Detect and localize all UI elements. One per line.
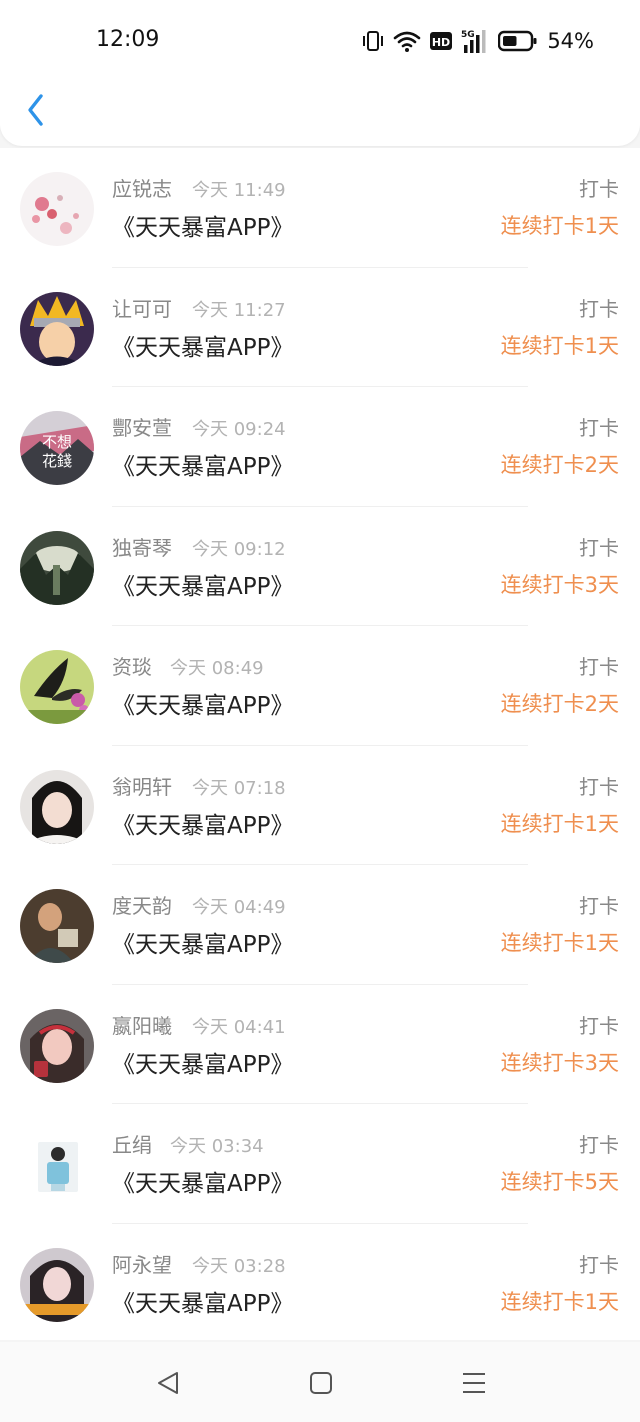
list-item[interactable]: 独寄琴 今天 09:12 《天天暴富APP》 打卡 连续打卡3天	[0, 507, 640, 626]
checkin-time: 今天 11:49	[192, 180, 286, 201]
streak-text: 连续打卡1天	[500, 214, 619, 238]
checkin-action: 打卡	[579, 774, 619, 799]
checkin-action: 打卡	[579, 416, 619, 440]
list-item[interactable]: 度天韵 今天 04:49 《天天暴富APP》 打卡 连续打卡1天	[0, 865, 640, 985]
app-name: 《天天暴富APP》	[112, 812, 294, 839]
vibrate-icon	[363, 31, 384, 51]
app-name: 《天天暴富APP》	[112, 454, 294, 480]
checkin-action: 打卡	[579, 1252, 619, 1277]
checkin-time: 今天 09:24	[192, 419, 286, 440]
nav-home-button[interactable]	[306, 1368, 336, 1398]
back-button[interactable]	[18, 88, 62, 132]
user-name: 度天韵	[112, 894, 172, 918]
user-name: 丘绢	[112, 1133, 152, 1157]
streak-text: 连续打卡3天	[500, 1050, 619, 1075]
avatar	[20, 530, 94, 605]
back-triangle-icon	[158, 1372, 178, 1394]
nav-back-button[interactable]	[153, 1368, 183, 1398]
user-name: 资琰	[112, 655, 152, 679]
app-header: 12:09 HD 5G 54%	[0, 0, 640, 146]
app-name: 《天天暴富APP》	[112, 693, 294, 719]
svg-text:HD: HD	[432, 36, 450, 49]
avatar	[20, 889, 94, 963]
app-name: 《天天暴富APP》	[112, 573, 294, 600]
streak-text: 连续打卡1天	[500, 1289, 619, 1314]
user-name: 让可可	[112, 296, 172, 321]
user-name: 酆安萱	[112, 416, 172, 440]
streak-text: 连续打卡2天	[500, 692, 619, 716]
chevron-left-icon	[28, 94, 43, 126]
checkin-action: 打卡	[579, 296, 619, 321]
home-square-icon	[310, 1372, 332, 1394]
streak-text: 连续打卡1天	[500, 333, 619, 358]
avatar	[38, 1142, 78, 1192]
checkin-time: 今天 08:49	[170, 658, 264, 679]
avatar: 不想 花錢	[20, 411, 94, 485]
checkin-list: 应锐志 今天 11:49 《天天暴富APP》 打卡 连续打卡1天 让可可 今天 …	[0, 148, 640, 1340]
streak-text: 连续打卡2天	[500, 453, 619, 477]
battery-percent: 54%	[547, 29, 594, 53]
avatar	[20, 1247, 94, 1322]
streak-text: 连续打卡1天	[500, 811, 619, 836]
app-name: 《天天暴富APP》	[112, 215, 294, 241]
user-name: 独寄琴	[112, 535, 172, 560]
checkin-time: 今天 03:28	[192, 1255, 286, 1277]
avatar-text-line-1: 不想	[42, 433, 72, 451]
signal-5g-icon: 5G	[461, 30, 486, 53]
app-name: 《天天暴富APP》	[112, 1290, 294, 1317]
checkin-action: 打卡	[579, 894, 619, 918]
battery-icon	[498, 30, 537, 52]
checkin-action: 打卡	[579, 1133, 619, 1157]
avatar	[20, 769, 94, 844]
checkin-action: 打卡	[579, 655, 619, 679]
checkin-time: 今天 11:27	[192, 299, 286, 321]
checkin-action: 打卡	[579, 1013, 619, 1038]
list-item[interactable]: 翁明轩 今天 07:18 《天天暴富APP》 打卡 连续打卡1天	[0, 746, 640, 865]
menu-lines-icon	[463, 1373, 485, 1393]
status-bar: 12:09 HD 5G 54%	[0, 0, 640, 80]
list-item[interactable]: 阿永望 今天 03:28 《天天暴富APP》 打卡 连续打卡1天	[0, 1224, 640, 1341]
list-item[interactable]: 资琰 今天 08:49 《天天暴富APP》 打卡 连续打卡2天	[0, 626, 640, 746]
user-name: 翁明轩	[112, 774, 172, 799]
app-name: 《天天暴富APP》	[112, 1051, 294, 1078]
wifi-icon	[394, 31, 421, 52]
user-name: 嬴阳曦	[112, 1013, 172, 1038]
user-name: 应锐志	[112, 177, 172, 201]
checkin-time: 今天 03:34	[170, 1136, 264, 1157]
list-item[interactable]: 嬴阳曦 今天 04:41 《天天暴富APP》 打卡 连续打卡3天	[0, 985, 640, 1104]
streak-text: 连续打卡5天	[500, 1170, 619, 1194]
avatar	[20, 1008, 94, 1083]
checkin-time: 今天 04:41	[192, 1016, 286, 1038]
system-nav-bar	[0, 1342, 640, 1422]
checkin-time: 今天 04:49	[192, 897, 286, 918]
list-item[interactable]: 不想 花錢 酆安萱 今天 09:24 《天天暴富APP》 打卡 连续打卡2天	[0, 387, 640, 507]
checkin-action: 打卡	[579, 177, 619, 201]
svg-text:5G: 5G	[461, 30, 475, 40]
status-time: 12:09	[96, 27, 160, 52]
app-name: 《天天暴富APP》	[112, 1171, 294, 1197]
avatar	[20, 172, 94, 246]
avatar	[20, 291, 94, 366]
checkin-time: 今天 09:12	[192, 538, 286, 560]
checkin-action: 打卡	[579, 535, 619, 560]
app-name: 《天天暴富APP》	[112, 334, 294, 361]
user-name: 阿永望	[112, 1252, 172, 1277]
list-item[interactable]: 应锐志 今天 11:49 《天天暴富APP》 打卡 连续打卡1天	[0, 148, 640, 268]
streak-text: 连续打卡1天	[500, 931, 619, 955]
hd-icon: HD	[430, 32, 453, 50]
status-icons: HD 5G 54%	[362, 26, 594, 56]
list-item[interactable]: 丘绢 今天 03:34 《天天暴富APP》 打卡 连续打卡5天	[0, 1104, 640, 1224]
app-name: 《天天暴富APP》	[112, 932, 294, 958]
nav-menu-button[interactable]	[459, 1368, 489, 1398]
list-item[interactable]: 让可可 今天 11:27 《天天暴富APP》 打卡 连续打卡1天	[0, 268, 640, 387]
avatar	[20, 650, 94, 724]
avatar-text-line-2: 花錢	[42, 452, 72, 470]
checkin-time: 今天 07:18	[192, 777, 286, 799]
streak-text: 连续打卡3天	[500, 572, 619, 597]
